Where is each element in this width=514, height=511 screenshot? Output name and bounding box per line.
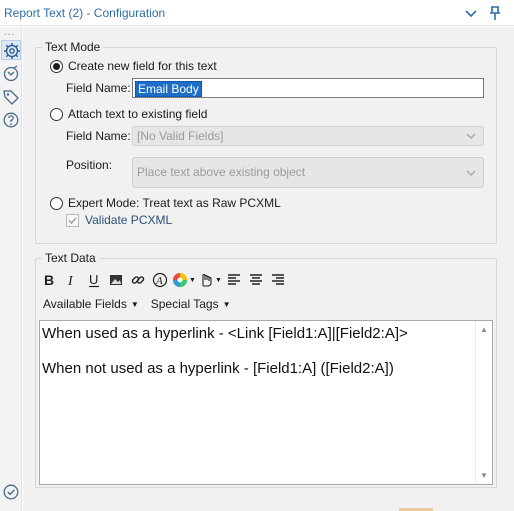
text-data-group: Text Data B I U A ▼ ▼ Available Fields ▼… [35, 251, 497, 488]
text-mode-legend: Text Mode [42, 40, 104, 54]
field-name-input[interactable]: Email Body [132, 78, 484, 98]
align-center-icon[interactable] [245, 270, 267, 290]
text-data-legend: Text Data [42, 251, 99, 265]
radio-button[interactable] [50, 196, 63, 210]
radio-button[interactable] [50, 107, 63, 121]
caret-down-icon: ▼ [222, 299, 231, 309]
special-tags-menu[interactable]: Special Tags ▼ [151, 297, 231, 311]
scroll-down-icon[interactable]: ▼ [480, 471, 488, 480]
available-fields-menu[interactable]: Available Fields ▼ [43, 297, 139, 311]
editor-scrollbar[interactable]: ▲ ▼ [475, 321, 492, 484]
editor-line-2[interactable]: When not used as a hyperlink - [Field1:A… [42, 360, 394, 377]
check-icon [68, 217, 77, 224]
title-bar: Report Text (2) - Configuration [0, 0, 514, 26]
svg-text:I: I [67, 274, 74, 288]
window-title: Report Text (2) - Configuration [4, 6, 166, 20]
available-fields-label: Available Fields [43, 297, 127, 311]
chevron-down-icon [466, 133, 476, 139]
existing-field-select[interactable]: [No Valid Fields] [132, 126, 484, 146]
existing-field-name-label: Field Name: [66, 129, 131, 143]
tag-icon[interactable] [1, 87, 21, 107]
align-right-icon[interactable] [267, 270, 289, 290]
connections-icon[interactable] [1, 64, 21, 84]
position-select-value: Place text above existing object [137, 165, 306, 179]
expert-mode-label: Expert Mode: Treat text as Raw PCXML [68, 196, 281, 210]
validate-pcxml-label: Validate PCXML [85, 213, 173, 227]
field-name-value[interactable]: Email Body [135, 81, 202, 97]
check-circle-icon[interactable] [1, 482, 21, 502]
pin-icon[interactable] [486, 4, 504, 22]
scroll-up-icon[interactable]: ▲ [480, 325, 488, 334]
font-icon[interactable]: A [149, 270, 171, 290]
hand-dropdown-icon[interactable]: ▼ [197, 270, 223, 290]
insert-menus: Available Fields ▼ Special Tags ▼ [43, 297, 231, 311]
align-left-icon[interactable] [223, 270, 245, 290]
radio-button[interactable] [50, 59, 63, 73]
sidebar-grip: ... [4, 27, 16, 38]
svg-text:U: U [89, 272, 98, 287]
text-mode-group: Text Mode Create new field for this text… [35, 40, 497, 244]
field-name-label: Field Name: [66, 81, 131, 95]
configuration-panel: Text Mode Create new field for this text… [23, 27, 514, 511]
text-editor[interactable]: When used as a hyperlink - <Link [Field1… [39, 320, 493, 485]
formatting-toolbar: B I U A ▼ ▼ [39, 270, 289, 290]
chevron-down-icon [466, 170, 476, 176]
svg-text:A: A [155, 275, 163, 287]
position-label: Position: [66, 158, 113, 172]
link-icon[interactable] [127, 270, 149, 290]
italic-icon[interactable]: I [61, 270, 83, 290]
underline-icon[interactable]: U [83, 270, 105, 290]
svg-text:B: B [44, 272, 54, 288]
attach-existing-radio[interactable]: Attach text to existing field [50, 107, 207, 121]
attach-existing-label: Attach text to existing field [68, 107, 208, 121]
bold-icon[interactable]: B [39, 270, 61, 290]
gear-icon[interactable] [1, 40, 21, 60]
color-wheel-icon[interactable]: ▼ [171, 270, 197, 290]
help-icon[interactable] [1, 110, 21, 130]
position-select[interactable]: Place text above existing object [132, 157, 484, 188]
special-tags-label: Special Tags [150, 297, 219, 311]
checkbox[interactable] [66, 213, 79, 227]
expert-mode-radio[interactable]: Expert Mode: Treat text as Raw PCXML [50, 196, 281, 210]
chevron-down-icon[interactable] [462, 4, 480, 22]
editor-line-1[interactable]: When used as a hyperlink - <Link [Field1… [42, 325, 408, 342]
sidebar: ... [0, 27, 22, 511]
existing-field-select-value: [No Valid Fields] [137, 129, 224, 143]
validate-pcxml-checkbox[interactable]: Validate PCXML [66, 213, 172, 227]
image-icon[interactable] [105, 270, 127, 290]
create-new-field-radio[interactable]: Create new field for this text [50, 59, 217, 73]
caret-down-icon: ▼ [130, 299, 139, 309]
create-new-field-label: Create new field for this text [68, 59, 217, 73]
